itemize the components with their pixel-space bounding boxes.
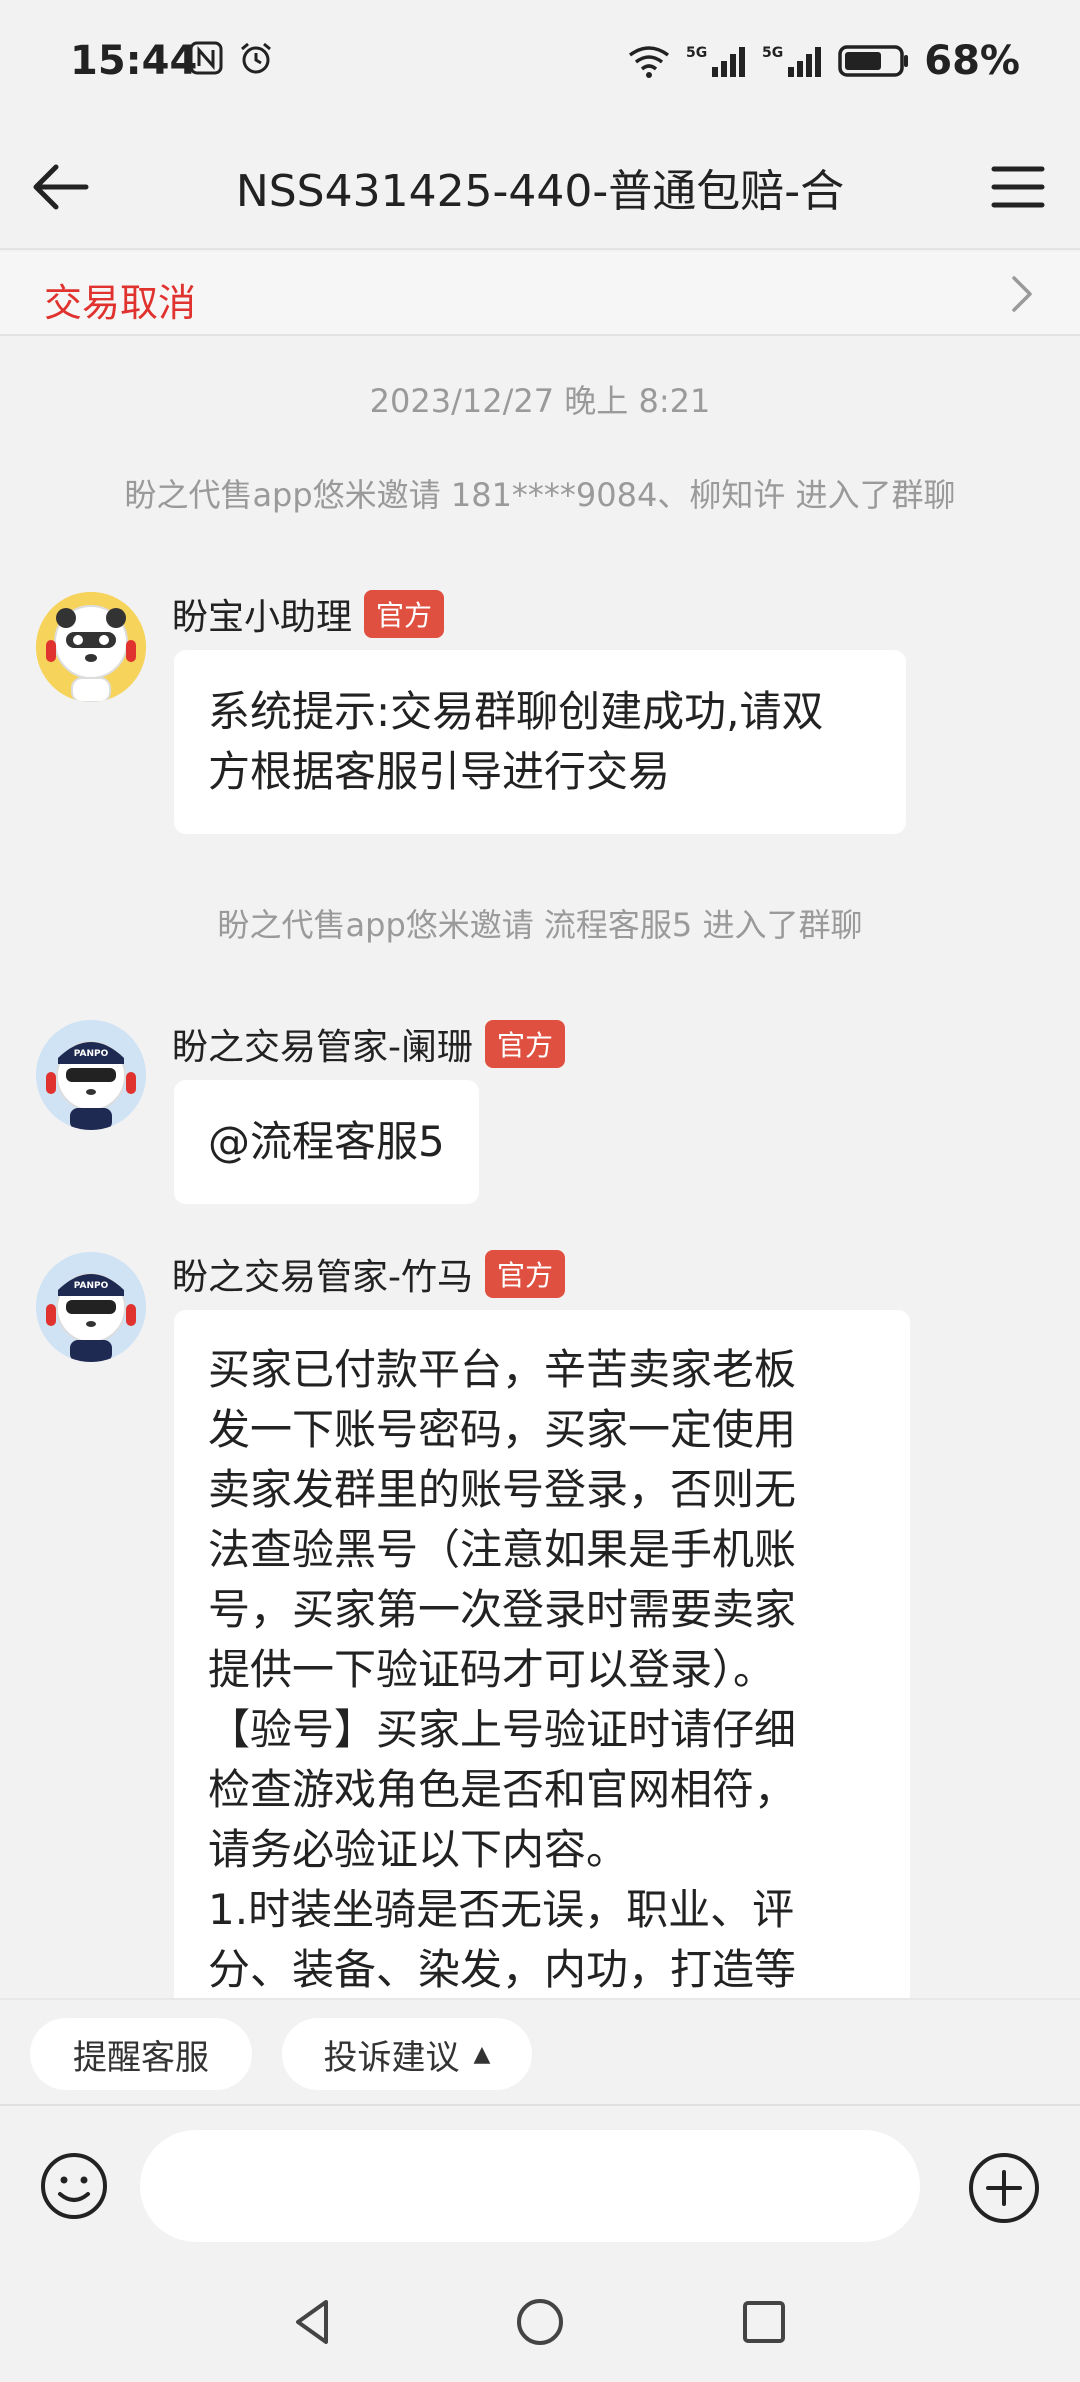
official-badge: 官方 [485, 1020, 566, 1068]
sender-row: 盼之交易管家-阑珊 官方 [172, 1018, 566, 1070]
battery-icon [838, 45, 909, 77]
sender-row: 盼宝小助理 官方 [172, 588, 445, 640]
message-bubble[interactable]: 系统提示:交易群聊创建成功,请双 方根据客服引导进行交易 [174, 650, 906, 834]
avatar[interactable]: PANPO [36, 1252, 146, 1362]
message-line: 提供一下验证码才可以登录）。 [208, 1645, 776, 1694]
sender-name: 盼之交易管家-阑珊 [172, 1027, 473, 1068]
status-icons-left [188, 40, 274, 76]
complaint-button[interactable]: 投诉建议 ▲ [282, 2018, 532, 2090]
nav-bar: NSS431425-440-普通包赔-合 [0, 125, 1080, 250]
message-line: 【验号】买家上号验证时请仔细 [208, 1705, 797, 1754]
nfc-icon [189, 41, 223, 75]
remind-service-button[interactable]: 提醒客服 [30, 2018, 252, 2090]
system-message: 盼之代售app悠米邀请 181****9084、柳知许 进入了群聊 [124, 476, 956, 514]
svg-text:5G: 5G [686, 45, 707, 61]
message-line: 1.时装坐骑是否无误，职业、评 [208, 1885, 795, 1934]
caret-up-icon: ▲ [473, 2041, 491, 2067]
message-line: 方根据客服引导进行交易 [208, 747, 671, 796]
quick-actions-bar: 提醒客服 投诉建议 ▲ [0, 1998, 1080, 2102]
alarm-icon [241, 42, 271, 74]
message-input[interactable] [140, 2130, 920, 2242]
nav-back-icon[interactable] [286, 2294, 342, 2350]
status-time: 15:44 [70, 38, 198, 84]
avatar[interactable] [36, 592, 146, 702]
page-title: NSS431425-440-普通包赔-合 [235, 166, 845, 217]
chevron-right-icon [1012, 276, 1032, 312]
message-line: 发一下账号密码，买家一定使用 [208, 1405, 797, 1454]
panda-agent-icon: PANPO [36, 1020, 146, 1130]
message-line: 卖家发群里的账号登录，否则无 [208, 1465, 797, 1514]
back-arrow-icon[interactable] [28, 155, 92, 219]
emoji-icon[interactable] [38, 2150, 110, 2222]
message-line: @流程客服5 [208, 1117, 445, 1166]
message-bubble[interactable]: @流程客服5 [174, 1080, 479, 1204]
signal-5g-icon-2: 5G [762, 45, 822, 77]
system-message: 盼之代售app悠米邀请 流程客服5 进入了群聊 [217, 906, 863, 944]
panda-mascot-icon [36, 592, 146, 702]
system-nav-bar [0, 2264, 1080, 2382]
message-line: 买家已付款平台，辛苦卖家老板 [208, 1345, 797, 1394]
sender-row: 盼之交易管家-竹马 官方 [172, 1248, 566, 1300]
message-line: 号，买家第一次登录时需要卖家 [208, 1585, 797, 1634]
nav-recents-icon[interactable] [736, 2294, 792, 2350]
message-line: 法查验黑号（注意如果是手机账 [208, 1525, 797, 1574]
input-bar [0, 2104, 1080, 2264]
svg-text:5G: 5G [762, 45, 783, 61]
signal-5g-icon: 5G [686, 45, 746, 77]
message-bubble[interactable]: 买家已付款平台，辛苦卖家老板 发一下账号密码，买家一定使用 卖家发群里的账号登录… [174, 1310, 910, 2010]
wifi-icon [629, 46, 670, 78]
svg-text:PANPO: PANPO [74, 1281, 109, 1291]
trade-cancel-label: 交易取消 [44, 281, 197, 325]
trade-cancel-bar[interactable]: 交易取消 [0, 252, 1080, 336]
status-right: 5G 5G 68% [626, 38, 1020, 84]
message-line: 检查游戏角色是否和官网相符， [208, 1765, 797, 1814]
message-line: 分、装备、染发，内功，打造等 [208, 1945, 797, 1994]
nav-home-icon[interactable] [512, 2294, 568, 2350]
battery-percent: 68% [924, 38, 1020, 84]
panda-agent-icon: PANPO [36, 1252, 146, 1362]
message-line: 请务必验证以下内容。 [208, 1825, 629, 1874]
message-line: 系统提示:交易群聊创建成功,请双 [208, 687, 824, 736]
sender-name: 盼宝小助理 [172, 597, 353, 638]
sender-name: 盼之交易管家-竹马 [172, 1257, 473, 1298]
status-bar: 15:44 5G 5G 68% [0, 0, 1080, 125]
menu-icon[interactable] [986, 155, 1050, 219]
svg-text:PANPO: PANPO [74, 1049, 109, 1059]
plus-icon[interactable] [966, 2150, 1042, 2226]
remind-service-label: 提醒客服 [73, 2037, 209, 2078]
chat-timestamp: 2023/12/27 晚上 8:21 [369, 382, 711, 420]
avatar[interactable]: PANPO [36, 1020, 146, 1130]
official-badge: 官方 [485, 1250, 566, 1298]
complaint-label: 投诉建议 [323, 2037, 460, 2078]
official-badge: 官方 [364, 590, 445, 638]
